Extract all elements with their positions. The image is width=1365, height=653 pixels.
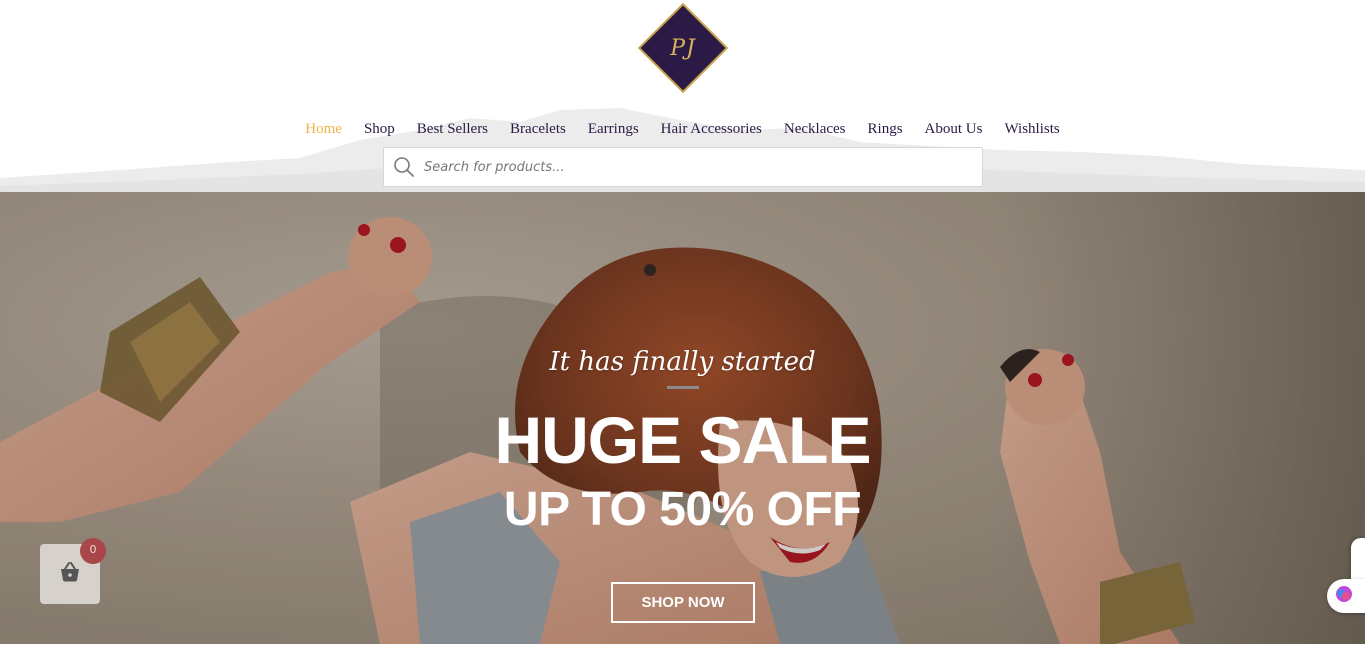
product-search-bar — [383, 147, 983, 187]
page-bottom-strip — [0, 644, 1365, 653]
tagline-divider — [667, 386, 699, 389]
chat-widget-button[interactable] — [1327, 579, 1365, 613]
search-icon[interactable] — [384, 147, 424, 187]
search-input[interactable] — [424, 148, 982, 186]
hero-tagline: It has finally started — [549, 347, 816, 377]
nav-item-bracelets[interactable]: Bracelets — [510, 118, 566, 140]
hero-headline: HUGE SALE — [494, 403, 871, 477]
nav-item-necklaces[interactable]: Necklaces — [784, 118, 846, 140]
hero-banner: It has finally started HUGE SALE UP TO 5… — [0, 192, 1365, 644]
logo-text: PJ — [670, 35, 696, 61]
hero-subheadline: UP TO 50% OFF — [503, 483, 862, 536]
basket-icon — [58, 561, 82, 588]
nav-item-wishlists[interactable]: Wishlists — [1004, 118, 1059, 140]
nav-item-shop[interactable]: Shop — [364, 118, 395, 140]
cart-count-badge: 0 — [80, 538, 106, 564]
nav-item-about-us[interactable]: About Us — [925, 118, 983, 140]
shop-now-button[interactable]: SHOP NOW — [611, 582, 755, 623]
nav-item-earrings[interactable]: Earrings — [588, 118, 639, 140]
main-nav: Home Shop Best Sellers Bracelets Earring… — [0, 118, 1365, 140]
site-header: PJ Home Shop Best Sellers Bracelets Earr… — [0, 0, 1365, 192]
nav-item-home[interactable]: Home — [305, 118, 342, 140]
nav-item-rings[interactable]: Rings — [868, 118, 903, 140]
chat-icon — [1335, 585, 1353, 608]
nav-item-hair-accessories[interactable]: Hair Accessories — [661, 118, 762, 140]
nav-item-best-sellers[interactable]: Best Sellers — [417, 118, 488, 140]
site-logo[interactable]: PJ — [640, 5, 726, 91]
